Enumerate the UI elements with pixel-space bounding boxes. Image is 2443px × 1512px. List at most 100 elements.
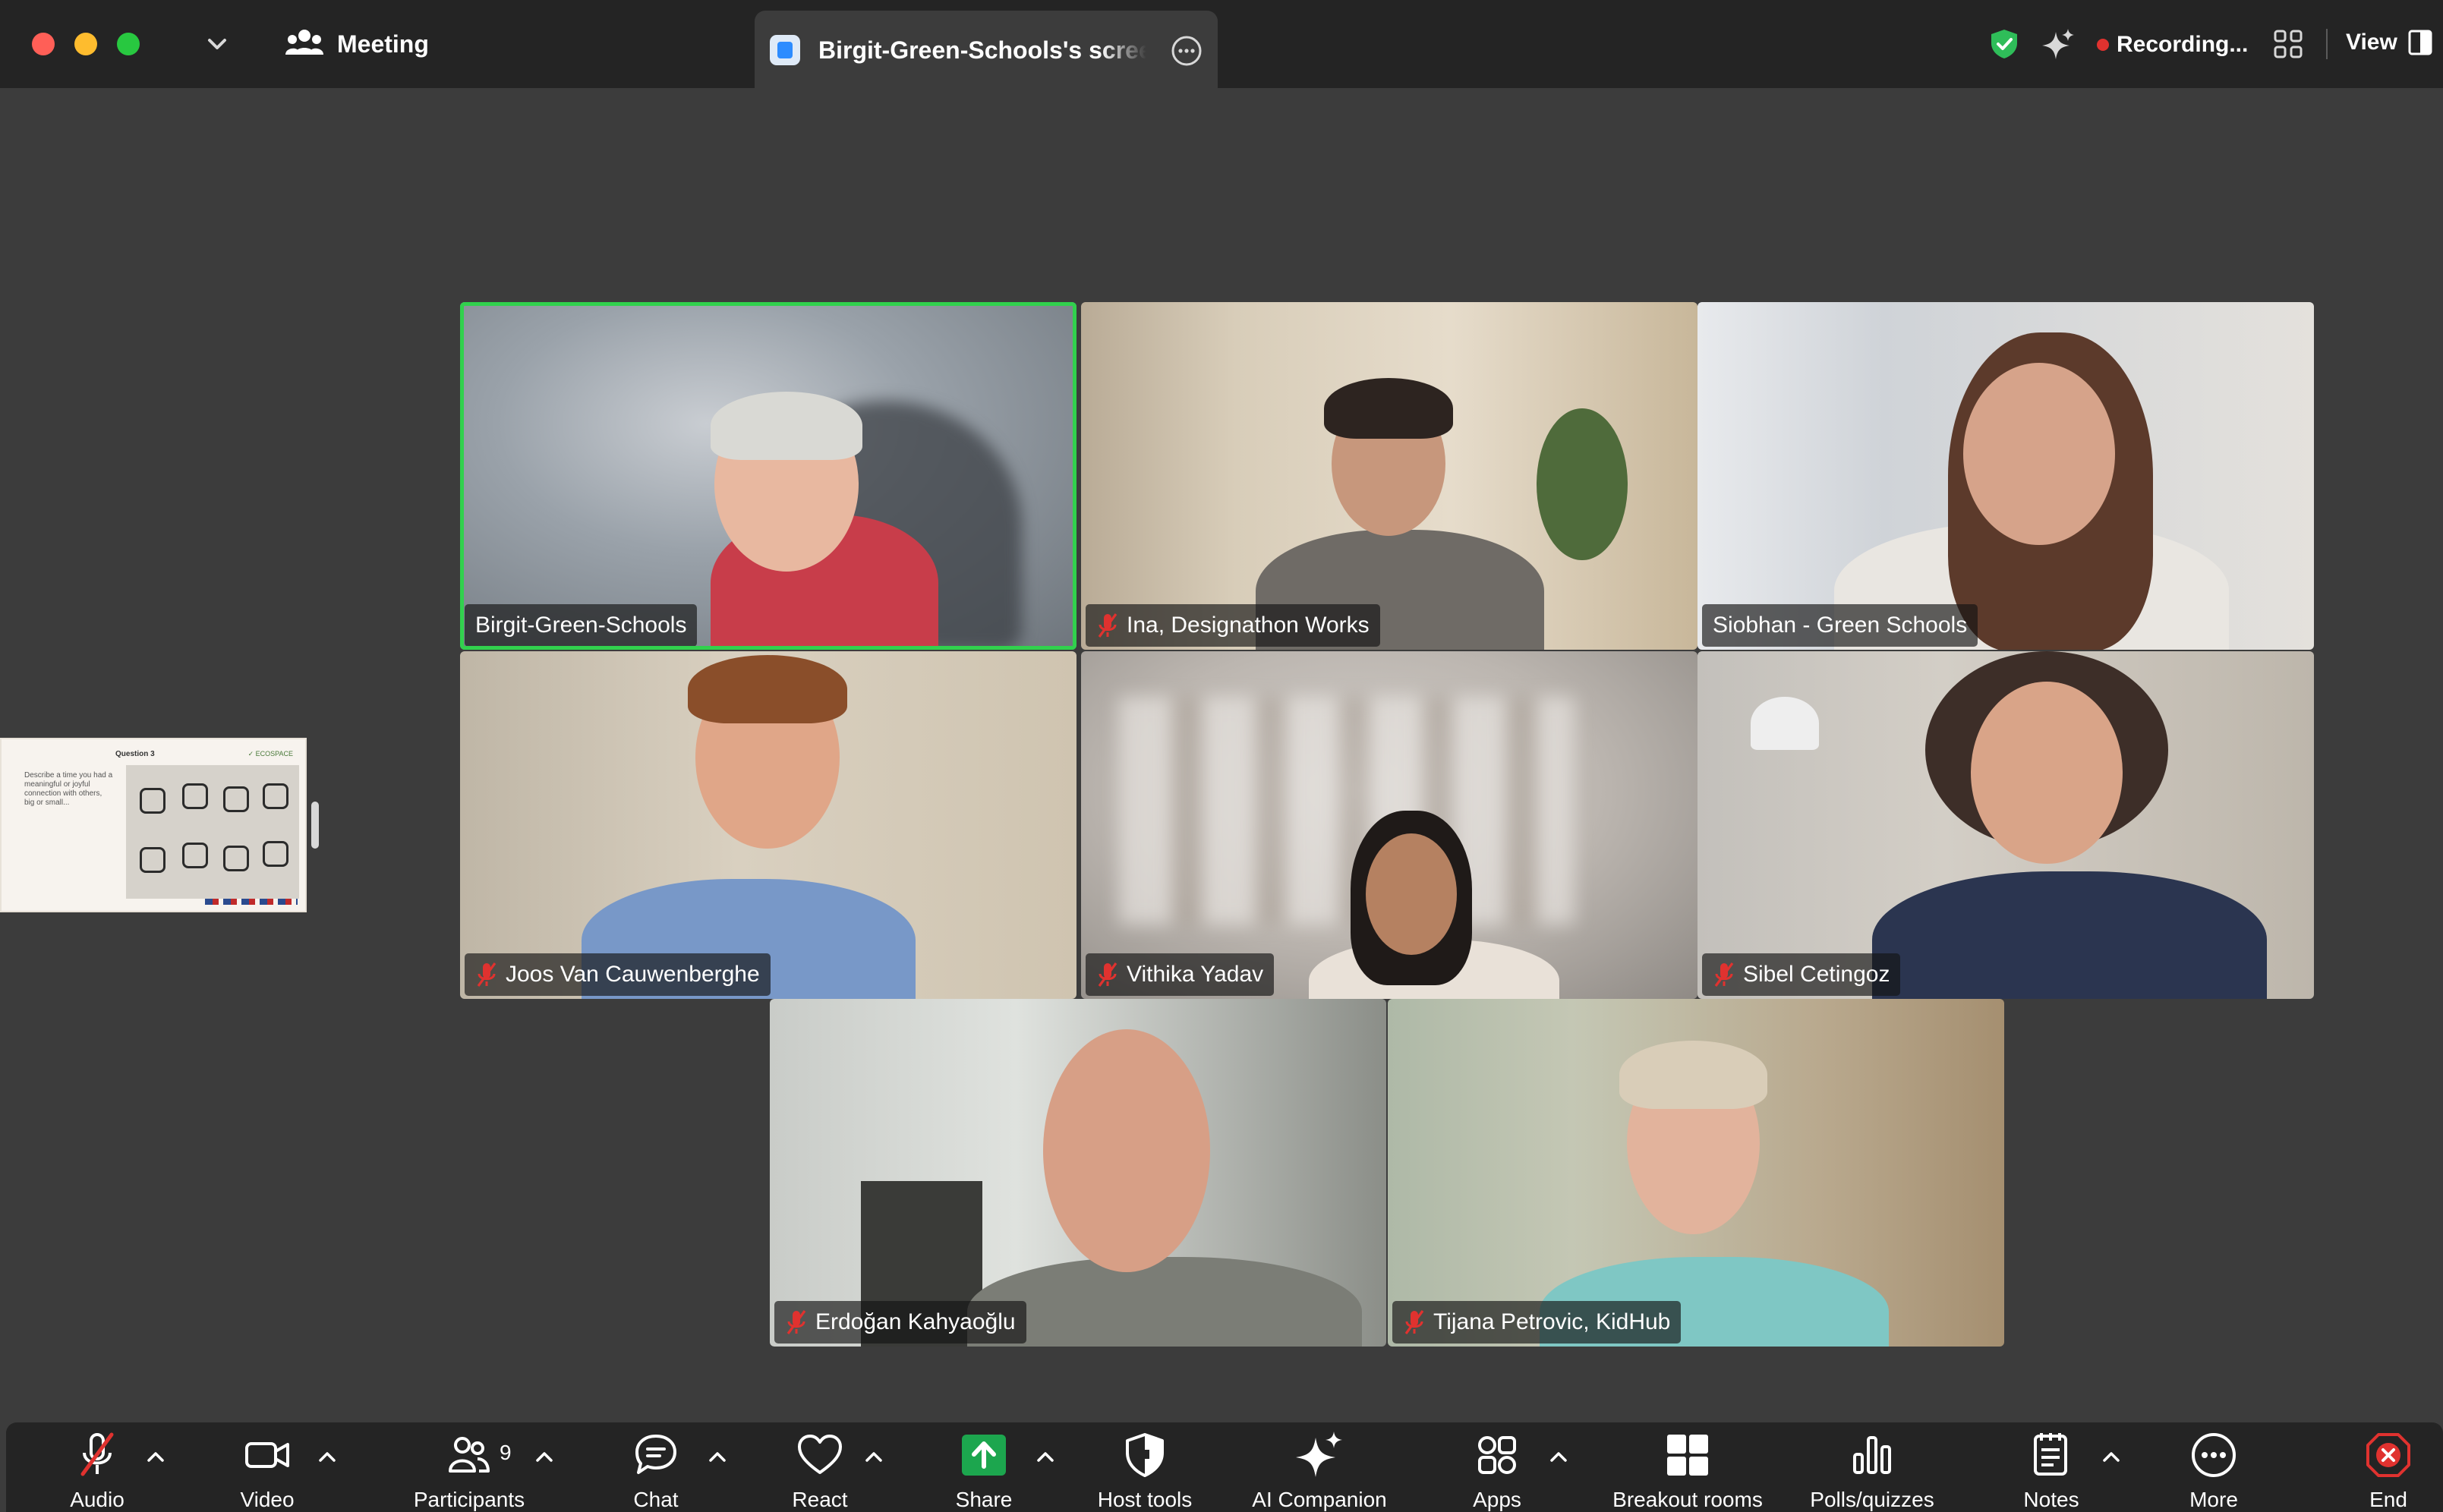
muted-microphone-icon: [80, 1432, 114, 1476]
view-label: View: [2346, 30, 2397, 55]
host-tools-button[interactable]: Host tools: [1076, 1430, 1213, 1512]
participant-tile[interactable]: Siobhan - Green Schools: [1697, 302, 2314, 650]
chat-label: Chat: [633, 1488, 679, 1511]
participant-tile[interactable]: Erdoğan Kahyaoğlu: [770, 999, 1386, 1347]
encryption-shield-icon[interactable]: [1987, 27, 2021, 61]
ai-companion-button[interactable]: AI Companion: [1228, 1430, 1411, 1512]
react-label: React: [792, 1488, 848, 1511]
close-window-button[interactable]: [32, 33, 55, 55]
host-tools-shield-icon: [1126, 1433, 1164, 1477]
split-view-resize-handle[interactable]: [311, 802, 319, 849]
end-meeting-button[interactable]: End: [2343, 1430, 2434, 1512]
notes-button[interactable]: Notes: [2006, 1430, 2097, 1512]
chat-button[interactable]: Chat: [610, 1430, 701, 1512]
participant-hair: [1324, 378, 1453, 439]
apps-options-caret-icon[interactable]: [1547, 1448, 1570, 1465]
notes-options-caret-icon[interactable]: [2100, 1448, 2123, 1465]
participants-button[interactable]: Participants: [393, 1430, 545, 1512]
ai-sparkle-icon[interactable]: [2041, 27, 2076, 62]
participant-name-label: Vithika Yadav: [1086, 953, 1275, 996]
participant-body: [1872, 871, 2267, 999]
participant-name: Tijana Petrovic, KidHub: [1433, 1309, 1671, 1334]
participants-options-caret-icon[interactable]: [533, 1448, 556, 1465]
react-button[interactable]: React: [774, 1430, 865, 1512]
participant-name: Vithika Yadav: [1127, 962, 1264, 987]
screen-share-tab-title: Birgit-Green-Schools's screen share: [818, 36, 1146, 64]
participant-tile[interactable]: Birgit-Green-Schools: [460, 302, 1076, 650]
background-plant: [1537, 408, 1628, 560]
participant-name-label: Ina, Designathon Works: [1086, 604, 1380, 647]
polls-quizzes-label: Polls/quizzes: [1810, 1488, 1934, 1511]
zoom-window-button[interactable]: [117, 33, 140, 55]
recording-label: Recording...: [2117, 32, 2249, 57]
muted-mic-icon: [477, 962, 496, 987]
more-button[interactable]: More: [2168, 1430, 2259, 1512]
more-label: More: [2189, 1488, 2238, 1511]
chevron-down-icon[interactable]: [203, 30, 231, 58]
apps-button[interactable]: Apps: [1452, 1430, 1543, 1512]
screen-share-app-icon: [770, 35, 800, 65]
participant-tile[interactable]: Joos Van Cauwenberghe: [460, 651, 1076, 999]
end-meeting-icon: [2366, 1433, 2410, 1477]
participant-name: Ina, Designathon Works: [1127, 613, 1370, 638]
share-options-caret-icon[interactable]: [1034, 1448, 1057, 1465]
audio-options-caret-icon[interactable]: [144, 1448, 167, 1465]
apps-icon: [1478, 1436, 1516, 1474]
chat-options-caret-icon[interactable]: [706, 1448, 729, 1465]
shared-slide-title: Question 3: [115, 750, 155, 758]
muted-mic-icon: [786, 1310, 806, 1334]
meeting-info-button[interactable]: Meeting: [285, 21, 429, 67]
screen-share-tab[interactable]: Birgit-Green-Schools's screen share: [755, 11, 1218, 88]
participant-hair: [688, 655, 847, 723]
zoom-meeting-window: Meeting Birgit-Green-Schools's screen sh…: [0, 0, 2443, 1512]
participants-icon: [449, 1437, 490, 1473]
apps-label: Apps: [1473, 1488, 1521, 1511]
more-ellipsis-icon: [2192, 1433, 2236, 1477]
participant-name: Joos Van Cauwenberghe: [506, 962, 760, 987]
video-camera-icon: [245, 1442, 289, 1468]
polls-bar-chart-icon: [1853, 1436, 1891, 1474]
participant-name: Erdoğan Kahyaoğlu: [815, 1309, 1016, 1334]
share-button[interactable]: Share: [938, 1430, 1029, 1512]
titlebar-divider: [2326, 29, 2328, 59]
minimize-window-button[interactable]: [74, 33, 97, 55]
breakout-rooms-icon: [1667, 1435, 1708, 1476]
end-label: End: [2369, 1488, 2407, 1511]
video-label: Video: [240, 1488, 295, 1511]
video-button[interactable]: Video: [222, 1430, 313, 1512]
audio-button[interactable]: Audio: [52, 1430, 143, 1512]
view-button[interactable]: View: [2346, 23, 2432, 62]
muted-mic-icon: [1714, 962, 1734, 987]
participant-head: [1366, 833, 1457, 955]
react-options-caret-icon[interactable]: [862, 1448, 885, 1465]
participant-name-label: Joos Van Cauwenberghe: [465, 953, 771, 996]
participant-name-label: Tijana Petrovic, KidHub: [1392, 1301, 1682, 1343]
muted-mic-icon: [1404, 1310, 1424, 1334]
title-bar: Meeting Birgit-Green-Schools's screen sh…: [0, 0, 2443, 88]
shared-screen-thumbnail[interactable]: Question 3 ✓ ECOSPACE Describe a time yo…: [0, 738, 307, 912]
host-tools-label: Host tools: [1097, 1488, 1193, 1511]
participant-tile[interactable]: Vithika Yadav: [1081, 651, 1697, 999]
shared-slide-footer-logos: [205, 899, 298, 905]
view-layout-icon: [2408, 30, 2432, 55]
breakout-rooms-label: Breakout rooms: [1612, 1488, 1763, 1511]
background-lamp: [1751, 697, 1819, 750]
participant-name: Siobhan - Green Schools: [1713, 613, 1968, 638]
audio-label: Audio: [70, 1488, 125, 1511]
participant-tile[interactable]: Tijana Petrovic, KidHub: [1388, 999, 2004, 1347]
meeting-people-icon: [285, 30, 323, 55]
polls-quizzes-button[interactable]: Polls/quizzes: [1789, 1430, 1956, 1512]
participant-name-label: Siobhan - Green Schools: [1702, 604, 1978, 647]
recording-indicator[interactable]: Recording...: [2097, 27, 2248, 62]
gallery-grid-icon[interactable]: [2273, 29, 2303, 59]
participant-tile[interactable]: Sibel Cetingoz: [1697, 651, 2314, 999]
notes-icon: [2034, 1433, 2067, 1476]
chat-bubble-icon: [635, 1435, 676, 1474]
participant-body: [967, 1257, 1362, 1347]
muted-mic-icon: [1098, 613, 1117, 638]
participant-tile[interactable]: Ina, Designathon Works: [1081, 302, 1697, 650]
breakout-rooms-button[interactable]: Breakout rooms: [1593, 1430, 1783, 1512]
video-options-caret-icon[interactable]: [316, 1448, 339, 1465]
more-options-icon[interactable]: [1171, 35, 1203, 67]
notes-label: Notes: [2023, 1488, 2079, 1511]
